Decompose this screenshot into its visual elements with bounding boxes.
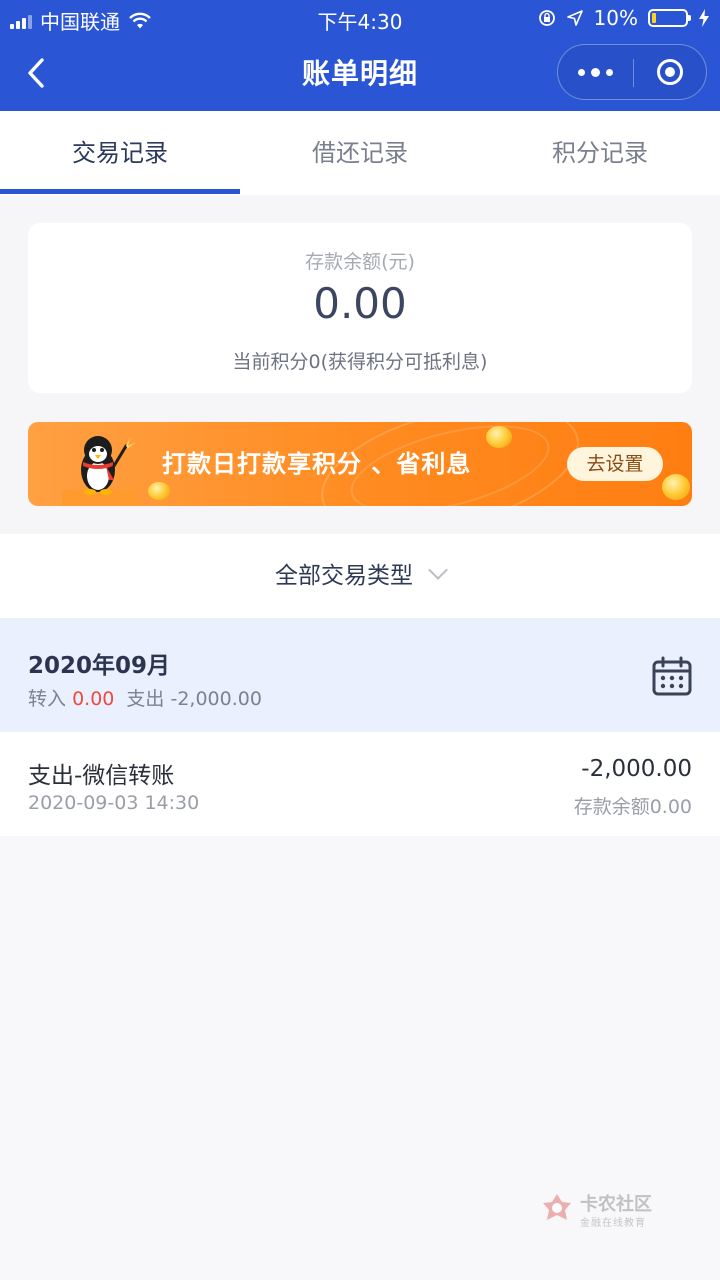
coin-icon: [486, 426, 512, 448]
points-text: 当前积分0(获得积分可抵利息): [232, 351, 488, 373]
watermark: 卡农社区 金融在线教育: [540, 1190, 670, 1230]
out-value: -2,000.00: [170, 688, 262, 710]
month-header: 2020年09月 转入 0.00 支出 -2,000.00: [0, 618, 720, 732]
watermark-name: 卡农社区: [580, 1194, 652, 1215]
go-settings-button[interactable]: 去设置: [567, 447, 663, 481]
transaction-title: 支出-微信转账: [28, 763, 175, 789]
charging-bolt-icon: [699, 9, 709, 27]
calendar-icon[interactable]: [652, 656, 692, 696]
transaction-row[interactable]: 支出-微信转账 2020-09-03 14:30 -2,000.00 存款余额0…: [0, 732, 720, 836]
transaction-balance-after: 存款余额0.00: [573, 796, 692, 818]
miniprogram-capsule: [557, 44, 707, 100]
more-button[interactable]: [558, 45, 633, 99]
balance-amount: 0.00: [313, 279, 407, 328]
transaction-time: 2020-09-03 14:30: [28, 792, 200, 814]
tab-points-records[interactable]: 积分记录: [480, 111, 720, 195]
in-value: 0.00: [72, 688, 115, 710]
month-title: 2020年09月: [28, 653, 171, 679]
penguin-mascot-icon: [62, 436, 138, 506]
kanong-logo-icon: [543, 1194, 571, 1220]
coin-icon: [662, 474, 690, 500]
filter-row: 全部交易类型: [0, 534, 720, 618]
balance-label: 存款余额(元): [305, 251, 415, 273]
status-right: 10%: [538, 6, 710, 30]
balance-card: 存款余额(元) 0.00 当前积分0(获得积分可抵利息): [28, 223, 692, 393]
more-dot-icon: [591, 67, 600, 77]
top-bar: 中国联通 下午4:30 10% 账单明细: [0, 0, 720, 111]
tab-transaction-records[interactable]: 交易记录: [0, 111, 240, 195]
tab-borrow-repay-records[interactable]: 借还记录: [240, 111, 480, 195]
location-arrow-icon: [566, 10, 583, 26]
chevron-down-icon: [428, 560, 448, 580]
target-circle-icon: [657, 59, 683, 85]
battery-percent: 10%: [593, 6, 638, 30]
orientation-lock-icon: [538, 10, 555, 26]
filter-label: 全部交易类型: [275, 563, 413, 589]
close-miniprogram-button[interactable]: [634, 45, 706, 99]
in-label: 转入: [28, 688, 67, 710]
month-summary: 转入 0.00 支出 -2,000.00: [28, 684, 262, 711]
battery-icon: [648, 9, 691, 27]
more-dot-icon: [606, 68, 613, 76]
promo-banner[interactable]: 打款日打款享积分 、省利息 去设置: [28, 422, 692, 506]
tab-bar: 交易记录 借还记录 积分记录: [0, 111, 720, 195]
transaction-amount: -2,000.00: [581, 756, 692, 782]
more-dot-icon: [578, 68, 585, 76]
watermark-subtitle: 金融在线教育: [580, 1218, 646, 1229]
out-label: 支出: [126, 688, 165, 710]
transaction-type-filter[interactable]: 全部交易类型: [0, 534, 720, 618]
active-tab-indicator: [0, 189, 240, 194]
banner-text: 打款日打款享积分 、省利息: [162, 450, 472, 478]
status-bar: 中国联通 下午4:30 10%: [0, 0, 720, 36]
